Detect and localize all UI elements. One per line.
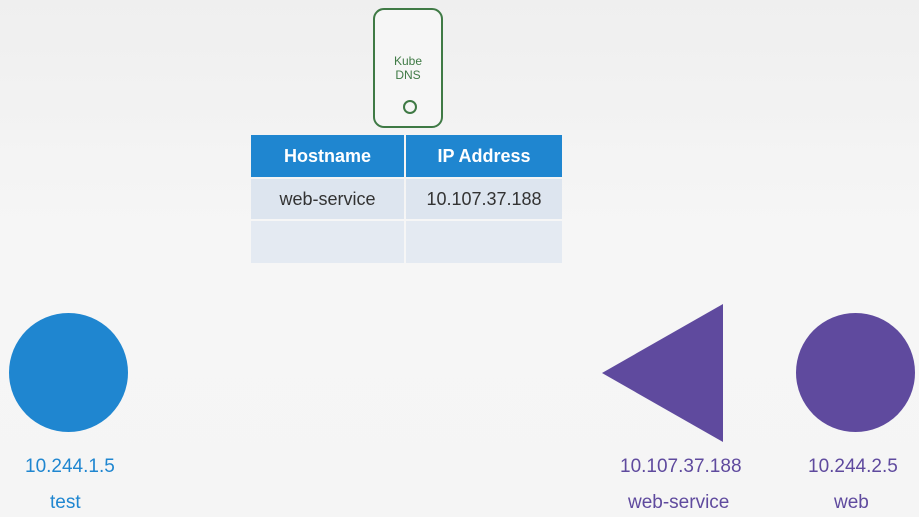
- web-pod-circle: [796, 313, 915, 432]
- kube-dns-label: Kube DNS: [375, 54, 441, 82]
- hostname-header: Hostname: [251, 135, 404, 177]
- test-pod-ip: 10.244.1.5: [25, 456, 115, 477]
- web-pod-name: web: [834, 492, 869, 513]
- hostname-cell-empty: [251, 221, 404, 263]
- pod-port-icon: [403, 100, 417, 114]
- web-service-ip: 10.107.37.188: [620, 456, 742, 477]
- web-service-triangle: [602, 304, 723, 442]
- ip-address-cell-empty: [406, 221, 562, 263]
- ip-address-header: IP Address: [406, 135, 562, 177]
- table-row-empty: [251, 221, 562, 263]
- hostname-cell: web-service: [251, 179, 404, 219]
- kube-dns-label-line2: DNS: [395, 68, 421, 82]
- dns-records-table: Hostname IP Address web-service 10.107.3…: [249, 133, 564, 265]
- web-service-name: web-service: [628, 492, 730, 513]
- kube-dns-label-line1: Kube: [393, 54, 423, 68]
- test-pod-circle: [9, 313, 128, 432]
- kubernetes-dns-diagram: Kube DNS Hostname IP Address web-service…: [0, 0, 919, 517]
- table-row: web-service 10.107.37.188: [251, 179, 562, 219]
- service-triangle-shape: [602, 304, 723, 442]
- kube-dns-pod: Kube DNS: [373, 8, 443, 128]
- ip-address-cell: 10.107.37.188: [406, 179, 562, 219]
- test-pod-name: test: [50, 492, 81, 513]
- web-pod-ip: 10.244.2.5: [808, 456, 898, 477]
- table-header-row: Hostname IP Address: [251, 135, 562, 177]
